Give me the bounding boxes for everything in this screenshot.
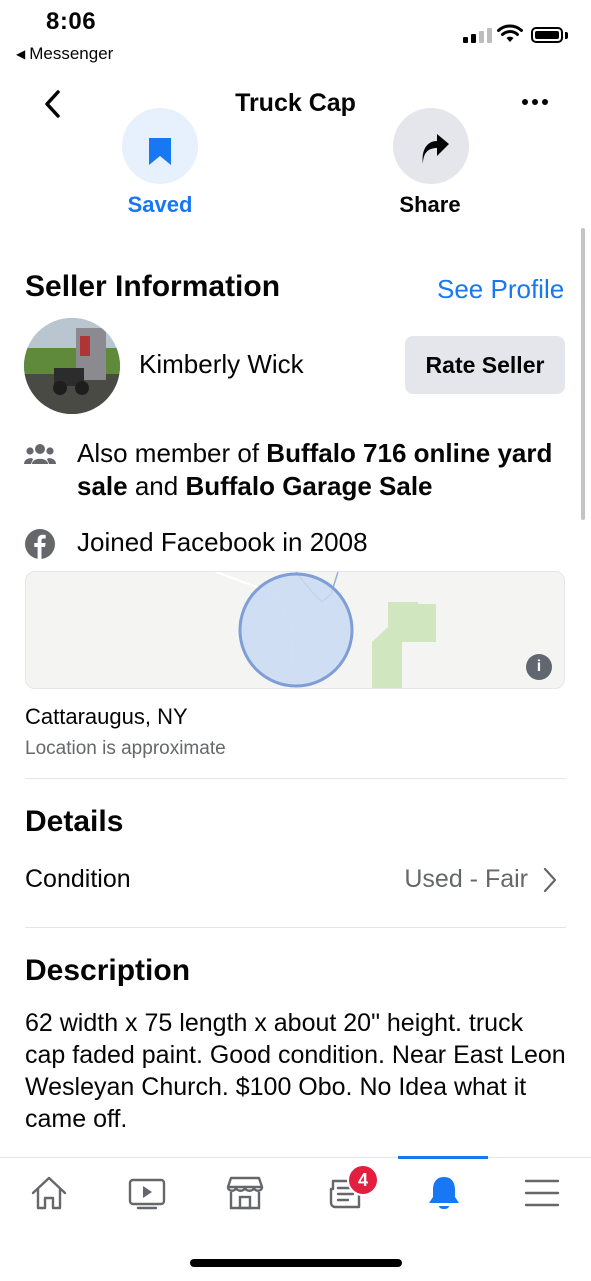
news-badge: 4 — [347, 1164, 379, 1196]
status-time: 8:06 — [46, 8, 97, 35]
cellular-signal-icon — [463, 28, 492, 43]
back-app-label: Messenger — [29, 44, 114, 63]
saved-label[interactable]: Saved — [60, 192, 260, 218]
menu-icon[interactable] — [517, 1170, 567, 1216]
see-profile-link[interactable]: See Profile — [437, 274, 564, 305]
home-indicator[interactable] — [190, 1259, 402, 1267]
seller-section-title: Seller Information — [25, 270, 281, 303]
description-text: 62 width x 75 length x about 20" height.… — [25, 1009, 566, 1133]
seller-avatar[interactable] — [24, 318, 120, 414]
more-options-icon[interactable] — [522, 92, 554, 112]
marketplace-icon[interactable] — [220, 1170, 270, 1216]
watch-icon[interactable] — [122, 1170, 172, 1216]
divider — [25, 778, 566, 779]
back-to-app-link[interactable]: ◀ Messenger — [16, 44, 113, 64]
map-info-icon[interactable]: i — [526, 654, 552, 680]
back-triangle-icon: ◀ — [16, 47, 26, 61]
groups-icon — [23, 438, 57, 472]
condition-label: Condition — [25, 865, 131, 893]
joined-facebook-text: Joined Facebook in 2008 — [77, 527, 368, 557]
chevron-right-icon[interactable] — [540, 866, 560, 894]
saved-button[interactable] — [122, 108, 198, 184]
section-spacer — [0, 233, 591, 245]
home-icon[interactable] — [24, 1170, 74, 1216]
share-label[interactable]: Share — [330, 192, 530, 218]
rate-seller-button[interactable]: Rate Seller — [405, 336, 565, 394]
seller-name[interactable]: Kimberly Wick — [139, 349, 304, 380]
location-note: Location is approximate — [25, 738, 226, 759]
group-membership-text: Also member of Buffalo 716 online yard s… — [77, 437, 577, 503]
active-tab-indicator — [398, 1156, 488, 1159]
condition-value[interactable]: Used - Fair — [330, 865, 528, 894]
details-section-title: Details — [25, 805, 124, 838]
group-link-2[interactable]: Buffalo Garage Sale — [185, 471, 432, 501]
battery-icon — [531, 27, 563, 43]
share-button[interactable] — [393, 108, 469, 184]
battery-tip — [565, 32, 568, 39]
divider — [25, 927, 566, 928]
facebook-logo-icon — [23, 527, 57, 561]
share-arrow-icon — [422, 134, 449, 164]
location-city: Cattaraugus, NY — [25, 704, 188, 729]
page-title: Truck Cap — [235, 89, 356, 117]
location-map[interactable]: i — [25, 571, 565, 689]
wifi-icon — [497, 24, 523, 42]
member-join: and — [127, 471, 186, 501]
notifications-icon[interactable] — [419, 1170, 469, 1216]
member-prefix: Also member of — [77, 438, 267, 468]
description-section-title: Description — [25, 954, 191, 987]
bookmark-icon — [149, 138, 171, 165]
scrollbar[interactable] — [581, 228, 585, 520]
